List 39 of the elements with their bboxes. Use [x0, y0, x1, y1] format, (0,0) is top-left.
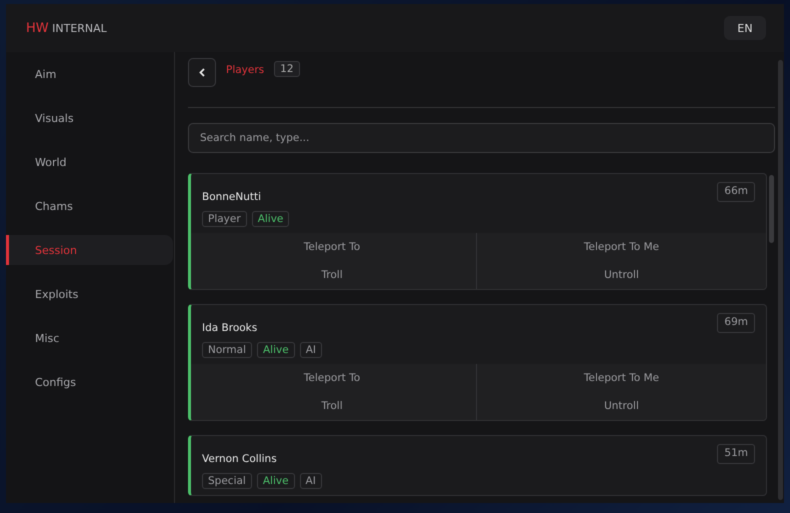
tag: Player — [202, 211, 247, 227]
sidebar-item[interactable]: Chams — [6, 191, 173, 221]
page-title: Players — [226, 64, 264, 76]
distance-badge: 66m — [717, 182, 755, 202]
tag: Alive — [252, 211, 290, 227]
player-name: Ida Brooks — [202, 322, 258, 334]
action-button[interactable]: Troll — [191, 261, 477, 289]
brand-logo: HW INTERNAL — [26, 20, 107, 36]
sidebar-item[interactable]: World — [6, 147, 173, 177]
action-button[interactable]: Teleport To Me — [477, 364, 766, 392]
scrollbar-thumb[interactable] — [778, 60, 783, 500]
action-button[interactable]: Teleport To — [191, 233, 477, 261]
tag: Normal — [202, 342, 252, 358]
player-name: Vernon Collins — [202, 453, 278, 465]
search-field[interactable]: Search name, type... — [188, 123, 775, 153]
language-button[interactable]: EN — [724, 16, 766, 40]
sidebar-item[interactable]: Configs — [6, 367, 173, 397]
tag: AI — [300, 473, 322, 489]
count-badge: 12 — [274, 61, 300, 77]
action-button[interactable]: Teleport To — [191, 364, 477, 392]
tag: AI — [300, 342, 322, 358]
action-button[interactable]: Troll — [191, 392, 477, 420]
tag: Special — [202, 473, 252, 489]
sidebar-item[interactable]: Misc — [6, 323, 173, 353]
action-button[interactable]: Untroll — [477, 261, 766, 289]
distance-badge: 51m — [717, 444, 755, 464]
action-button[interactable]: Teleport To Me — [477, 233, 766, 261]
scrollbar-thumb[interactable] — [769, 175, 774, 243]
player-name: BonneNutti — [202, 191, 262, 203]
tag: Alive — [257, 342, 295, 358]
back-button[interactable] — [188, 58, 216, 87]
sidebar-item[interactable]: Aim — [6, 59, 173, 89]
action-button[interactable]: Untroll — [477, 392, 766, 420]
distance-badge: 69m — [717, 313, 755, 333]
sidebar-item[interactable]: Session — [6, 235, 173, 265]
chevron-left-icon — [199, 68, 205, 77]
tag: Alive — [256, 473, 295, 489]
sidebar-item[interactable]: Exploits — [6, 279, 173, 309]
sidebar-item[interactable]: Visuals — [6, 103, 173, 133]
